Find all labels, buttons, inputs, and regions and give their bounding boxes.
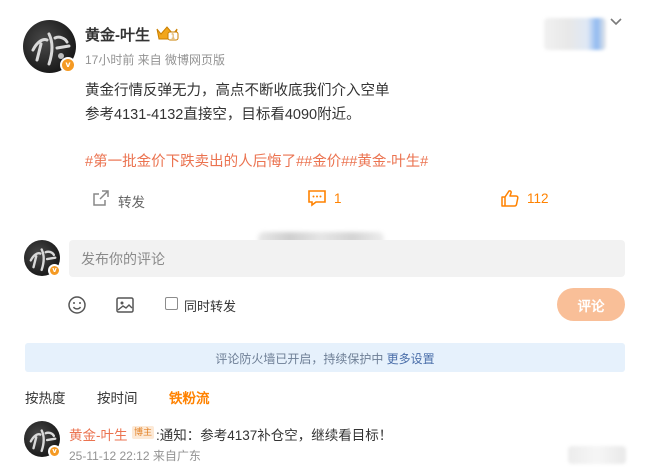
comment-button[interactable]: 1 [307,189,357,209]
thumbs-up-icon [501,190,519,207]
post-author-name[interactable]: 黄金-叶生 [85,24,150,45]
tab-sort-time[interactable]: 按时间 [97,387,138,407]
crown-icon[interactable]: 1 [155,25,179,41]
repost-label: 转发 [118,195,145,210]
comment-author-name[interactable]: 黄金-叶生 [69,424,128,444]
emoji-icon[interactable] [67,295,87,315]
crown-level: 1 [171,33,175,41]
comment-input[interactable] [69,240,625,277]
like-button[interactable]: 112 [500,189,560,209]
post-hashtags[interactable]: #第一批金价下跌卖出的人后悔了##金价##黄金-叶生# [85,150,428,171]
repost-button[interactable]: 转发 [92,189,162,210]
comment-meta: 25-11-12 22:12 来自广东 [69,449,201,463]
post-text-line: 参考4131-4132直接空，目标看4090附近。 [85,107,361,123]
post-text-line: 黄金行情反弹无力，高点不断收底我们介入空单 [85,83,390,99]
comment-input-box[interactable] [69,240,625,277]
repost-checkbox-label[interactable]: 同时转发 [184,296,236,315]
post-meta: 17小时前 来自 微博网页版 [85,53,226,67]
tab-sort-hot[interactable]: 按热度 [25,387,66,407]
image-icon[interactable] [115,295,135,315]
firewall-notice-text: 评论防火墙已开启，持续保护中 [215,352,387,366]
blurred-follow-area [544,18,606,50]
share-icon [93,190,109,206]
comment-icon [308,190,326,207]
blogger-badge: 博主 [132,426,155,439]
more-settings-link[interactable]: 更多设置 [387,352,435,366]
blurred-comment-actions [568,446,626,464]
tab-sort-fans[interactable]: 铁粉流 [169,387,210,407]
comment-text: :通知：参考4137补仓空，继续看目标！ [156,428,393,443]
chevron-down-icon[interactable] [609,17,623,27]
verified-badge-icon: v [48,264,61,277]
repost-checkbox[interactable] [165,297,178,310]
like-count: 112 [527,191,549,206]
submit-comment-button[interactable]: 评论 [557,288,625,321]
comment-firewall-notice: 评论防火墙已开启，持续保护中 更多设置 [25,343,625,372]
verified-badge-icon: v [48,445,61,458]
verified-badge-icon: v [60,57,76,73]
comment-count: 1 [334,191,342,206]
